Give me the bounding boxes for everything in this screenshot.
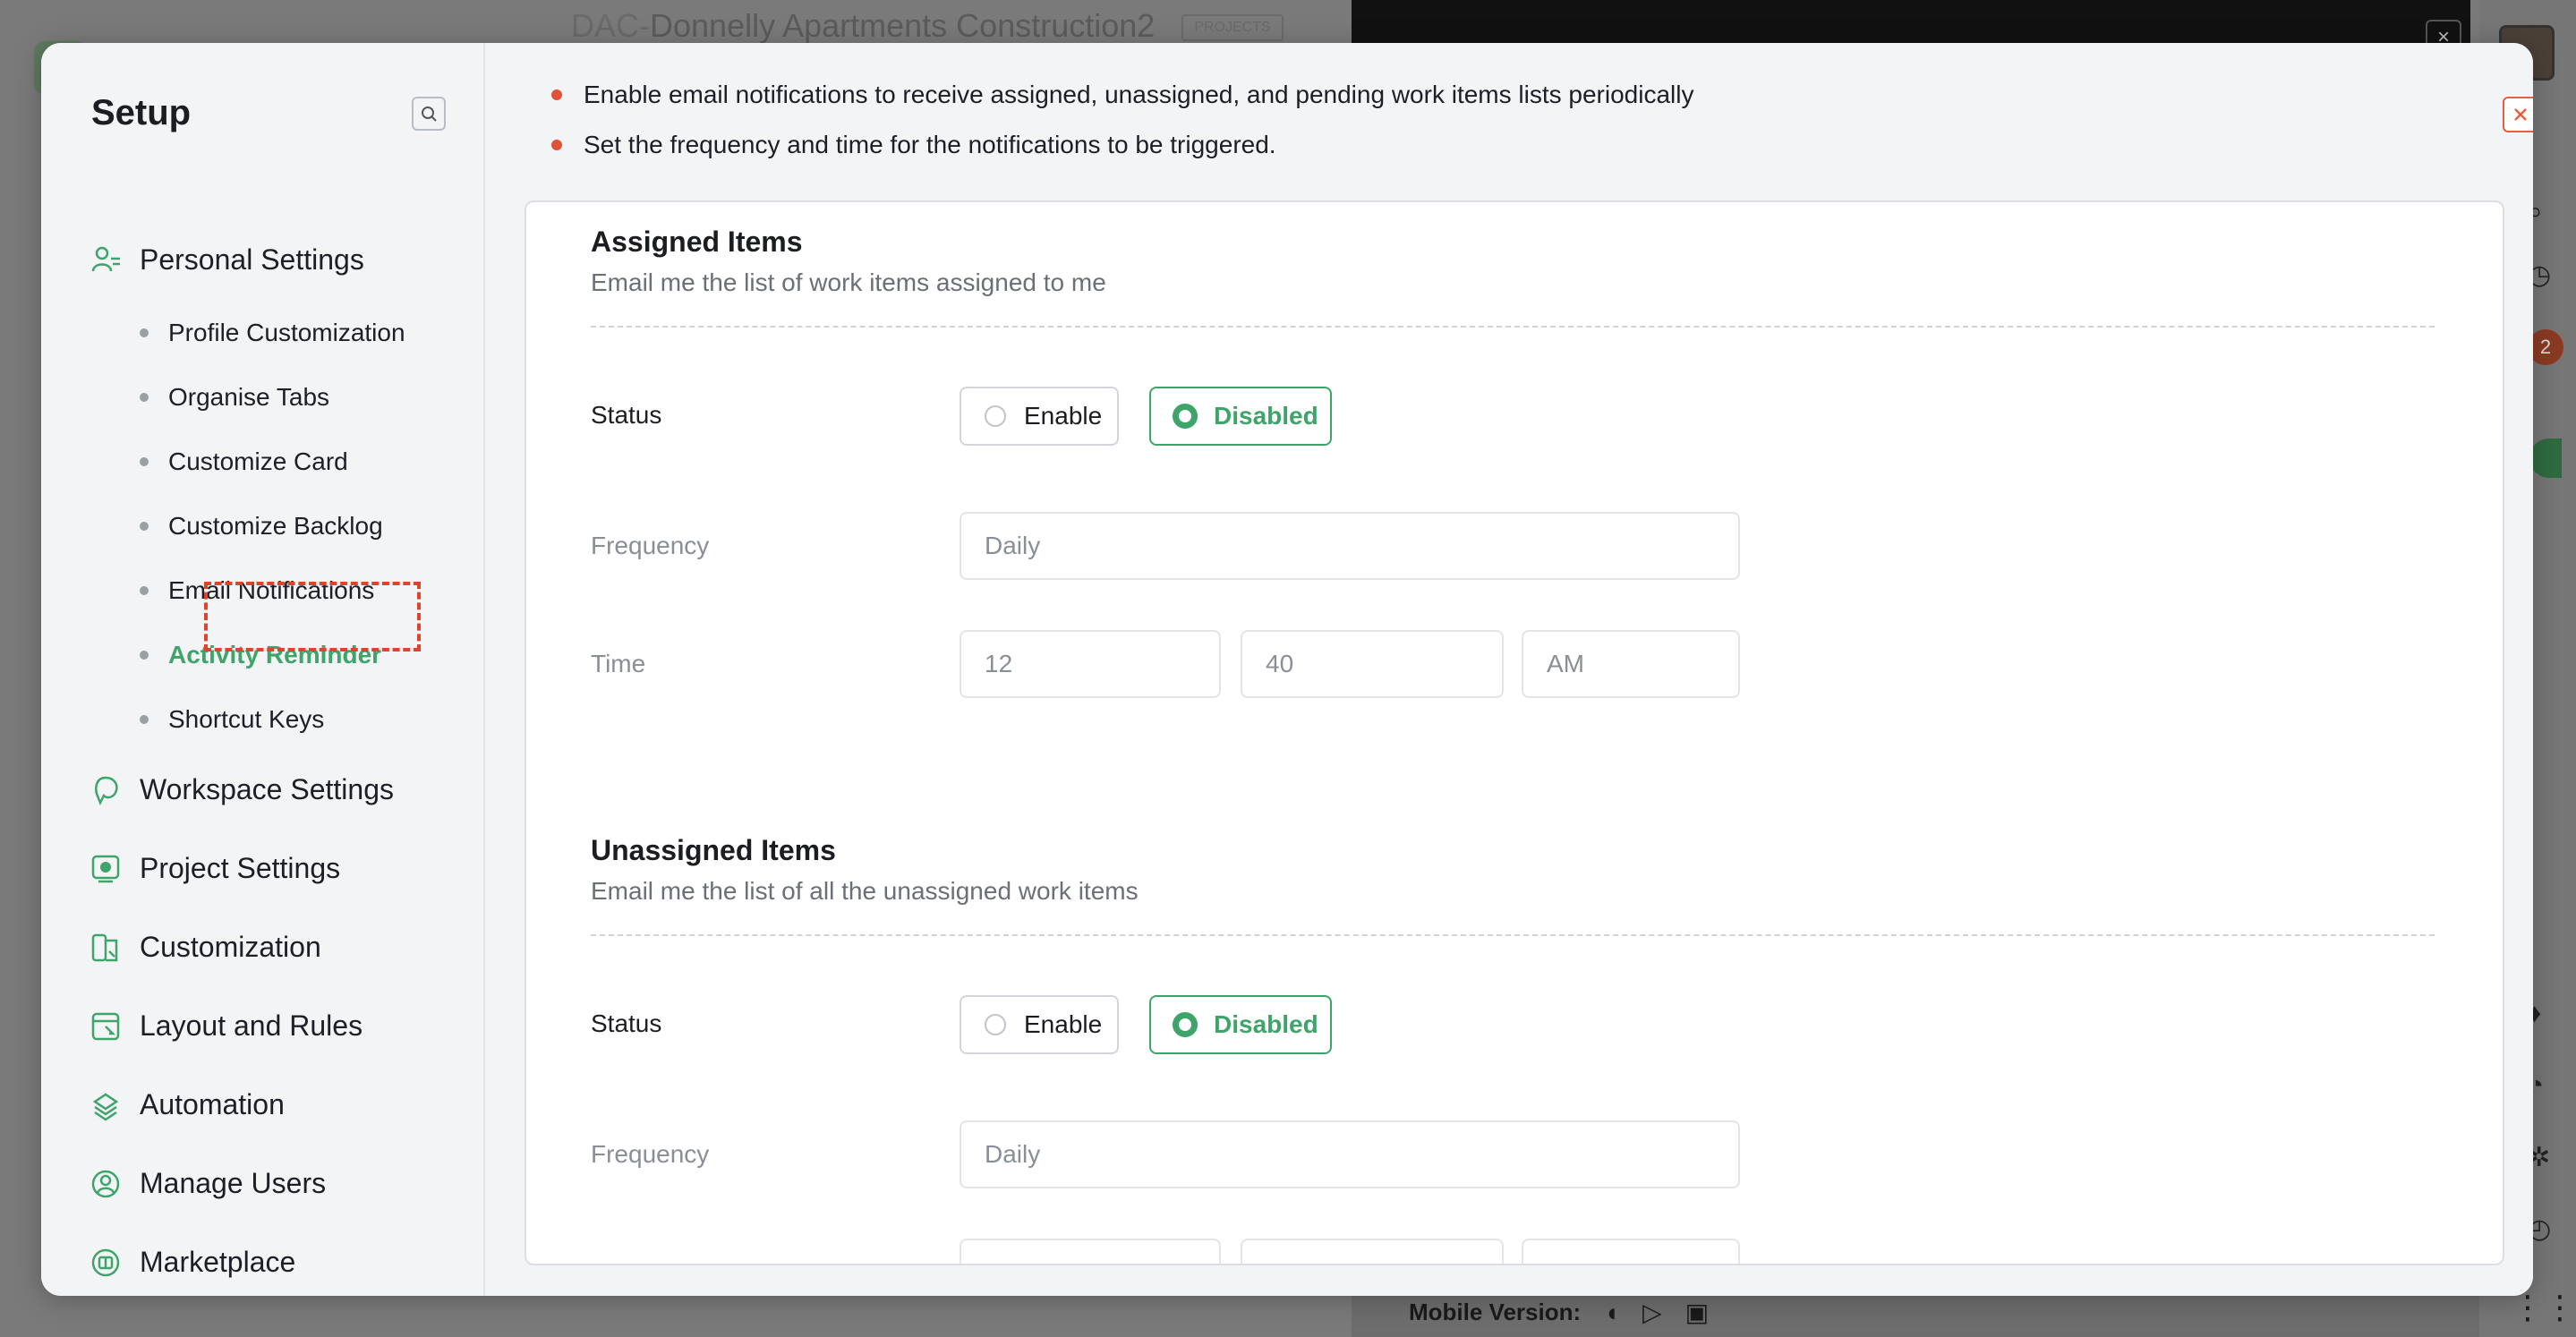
assigned-frequency-label: Frequency bbox=[591, 532, 710, 559]
project-icon bbox=[90, 853, 122, 885]
sidebar-section-project-settings[interactable]: Project Settings bbox=[90, 852, 340, 885]
unassigned-minute-select[interactable] bbox=[1241, 1239, 1504, 1264]
notice-item: Set the frequency and time for the notif… bbox=[551, 131, 1276, 159]
qr-code-icon: ▣ bbox=[1685, 1299, 1710, 1326]
setup-title: Setup bbox=[91, 93, 192, 132]
sidebar-item-profile-customization[interactable]: Profile Customization bbox=[140, 319, 405, 347]
customization-icon bbox=[90, 932, 122, 964]
sidebar-section-automation[interactable]: Automation bbox=[90, 1088, 285, 1121]
sidebar-item-customize-backlog[interactable]: Customize Backlog bbox=[140, 512, 383, 541]
assigned-enable-radio[interactable]: Enable bbox=[960, 387, 1119, 446]
notification-badge: 2 bbox=[2528, 329, 2563, 365]
unassigned-hour-select[interactable] bbox=[960, 1239, 1221, 1264]
reminder-settings-card: Assigned Items Email me the list of work… bbox=[525, 200, 2504, 1265]
marketplace-icon bbox=[90, 1247, 122, 1279]
activity-reminder-highlight bbox=[204, 582, 421, 651]
unassigned-frequency-label: Frequency bbox=[591, 1140, 710, 1168]
assigned-hour-select[interactable]: 12 bbox=[960, 630, 1221, 698]
sidebar-section-manage-users[interactable]: Manage Users bbox=[90, 1167, 326, 1200]
assigned-items-description: Email me the list of work items assigned… bbox=[591, 268, 1106, 296]
radio-unchecked-icon bbox=[985, 1014, 1006, 1035]
assigned-status-label: Status bbox=[591, 401, 662, 429]
close-modal-button[interactable] bbox=[2503, 97, 2533, 132]
layout-icon bbox=[90, 1010, 122, 1043]
divider bbox=[591, 934, 2435, 936]
setup-modal: Setup Personal Settings Profile Customiz… bbox=[41, 43, 2533, 1296]
assigned-items-title: Assigned Items bbox=[591, 226, 803, 258]
apple-icon: ◖ bbox=[1604, 1298, 1620, 1326]
projects-badge: PROJECTS bbox=[1181, 14, 1284, 42]
unassigned-meridiem-select[interactable] bbox=[1522, 1239, 1740, 1264]
rail-green-tab bbox=[2529, 439, 2562, 478]
sidebar-section-personal-settings[interactable]: Personal Settings bbox=[90, 243, 364, 277]
close-icon bbox=[2514, 108, 2527, 121]
sidebar-item-organise-tabs[interactable]: Organise Tabs bbox=[140, 383, 329, 412]
background-dark-panel bbox=[1352, 0, 2470, 45]
divider bbox=[591, 326, 2435, 328]
background-project-title: DAC-Donnelly Apartments Construction2 PR… bbox=[571, 7, 1284, 45]
person-settings-icon bbox=[90, 244, 122, 277]
mobile-version: Mobile Version: ◖ ▷ ▣ bbox=[1409, 1298, 1710, 1327]
users-icon bbox=[90, 1168, 122, 1200]
workspace-icon bbox=[90, 774, 122, 806]
sidebar-search-button[interactable] bbox=[412, 97, 446, 131]
play-store-icon: ▷ bbox=[1642, 1299, 1662, 1326]
sidebar-section-workspace-settings[interactable]: Workspace Settings bbox=[90, 773, 394, 806]
unassigned-status-label: Status bbox=[591, 1009, 662, 1037]
radio-unchecked-icon bbox=[985, 405, 1006, 427]
radio-checked-icon bbox=[1173, 404, 1198, 429]
radio-checked-icon bbox=[1173, 1012, 1198, 1037]
activity-reminder-content: Enable email notifications to receive as… bbox=[485, 43, 2533, 1296]
search-icon bbox=[422, 106, 437, 122]
sidebar-section-customization[interactable]: Customization bbox=[90, 931, 321, 964]
assigned-minute-select[interactable]: 40 bbox=[1241, 630, 1504, 698]
setup-sidebar: Setup Personal Settings Profile Customiz… bbox=[41, 43, 485, 1296]
assigned-frequency-select[interactable]: Daily bbox=[960, 512, 1740, 580]
sidebar-section-layout-and-rules[interactable]: Layout and Rules bbox=[90, 1009, 363, 1043]
assigned-time-label: Time bbox=[591, 650, 646, 677]
unassigned-items-description: Email me the list of all the unassigned … bbox=[591, 877, 1139, 905]
unassigned-disabled-radio[interactable]: Disabled bbox=[1149, 995, 1332, 1054]
assigned-meridiem-select[interactable]: AM bbox=[1522, 630, 1740, 698]
assigned-disabled-radio[interactable]: Disabled bbox=[1149, 387, 1332, 446]
unassigned-frequency-select[interactable]: Daily bbox=[960, 1120, 1740, 1188]
sidebar-item-shortcut-keys[interactable]: Shortcut Keys bbox=[140, 705, 324, 734]
unassigned-items-title: Unassigned Items bbox=[591, 834, 836, 866]
notice-item: Enable email notifications to receive as… bbox=[551, 81, 1693, 109]
unassigned-enable-radio[interactable]: Enable bbox=[960, 995, 1119, 1054]
sidebar-section-marketplace[interactable]: Marketplace bbox=[90, 1246, 295, 1279]
sidebar-item-customize-card[interactable]: Customize Card bbox=[140, 447, 348, 476]
automation-icon bbox=[90, 1089, 122, 1121]
